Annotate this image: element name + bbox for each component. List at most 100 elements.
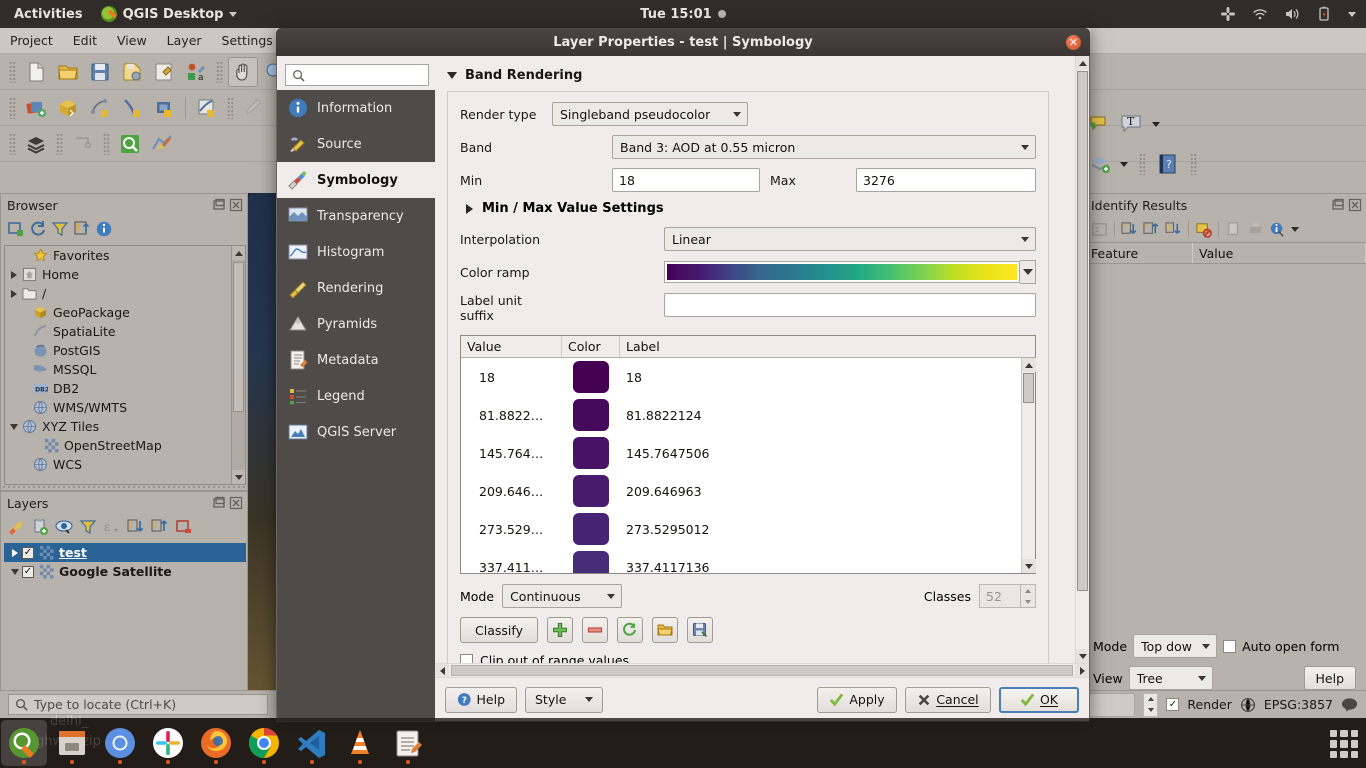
label-unit-suffix-input[interactable] xyxy=(664,293,1036,317)
menu-settings[interactable]: Settings xyxy=(222,33,273,48)
color-swatch[interactable] xyxy=(573,437,609,469)
identify-mode-select[interactable]: Top dow xyxy=(1133,634,1218,658)
browser-item-favorites[interactable]: Favorites xyxy=(5,246,245,265)
scroll-right-icon[interactable] xyxy=(1075,664,1089,677)
map-tips-icon[interactable] xyxy=(147,129,177,159)
symbology-scroll-area[interactable]: Band Rendering Render type Singleband ps… xyxy=(435,56,1089,663)
cell-label[interactable]: 209.646963 xyxy=(620,484,1020,499)
properties-icon[interactable] xyxy=(95,220,113,238)
clip-out-of-range-checkbox[interactable] xyxy=(460,654,473,663)
scroll-up-icon[interactable] xyxy=(232,246,245,260)
color-map-rows[interactable]: 18 18 81.8822… 81.8822124 145.764… 145.764750… xyxy=(461,358,1020,573)
content-scrollbar[interactable] xyxy=(1075,56,1089,663)
cell-value[interactable]: 145.764… xyxy=(461,446,562,461)
collapse-all-icon[interactable] xyxy=(73,220,91,238)
browser-item-db2[interactable]: DB2 DB2 xyxy=(5,379,245,398)
expander-collapse-icon[interactable] xyxy=(7,423,21,430)
dialog-tab-legend[interactable]: Legend xyxy=(277,378,435,414)
browser-item-postgis[interactable]: PostGIS xyxy=(5,341,245,360)
style-button[interactable]: Style xyxy=(525,686,603,713)
dock-item-qgis[interactable] xyxy=(1,720,47,766)
toolbar-grip[interactable] xyxy=(9,60,16,83)
save-color-map-icon[interactable] xyxy=(687,617,713,643)
clear-results-icon[interactable] xyxy=(1195,221,1212,238)
browser-item-home[interactable]: Home xyxy=(5,265,245,284)
toolbar-grip[interactable] xyxy=(1190,153,1197,175)
expander-collapse-icon[interactable] xyxy=(8,568,22,575)
save-project-icon[interactable] xyxy=(85,57,115,87)
annotation-icon[interactable] xyxy=(1090,113,1112,135)
expression-filter-icon[interactable]: ε xyxy=(103,518,121,536)
new-layer-icon[interactable] xyxy=(21,93,51,123)
identify-help-button[interactable]: Help xyxy=(1303,666,1356,690)
cell-label[interactable]: 337.4117136 xyxy=(620,560,1020,574)
toolbar-grip[interactable] xyxy=(103,132,110,155)
cell-label[interactable]: 273.5295012 xyxy=(620,522,1020,537)
dock-item-firefox[interactable] xyxy=(193,720,239,766)
new-project-icon[interactable] xyxy=(21,57,51,87)
max-input[interactable]: 3276 xyxy=(856,168,1036,192)
copy-icon[interactable] xyxy=(1225,221,1242,238)
dock-item-vlc[interactable] xyxy=(337,720,383,766)
pan-map-icon[interactable] xyxy=(228,56,258,87)
cell-color[interactable] xyxy=(562,475,620,507)
min-input[interactable]: 18 xyxy=(612,168,760,192)
cell-color[interactable] xyxy=(562,551,620,573)
open-layer-styling-icon[interactable] xyxy=(7,518,25,536)
expander-expand-icon[interactable] xyxy=(8,548,22,557)
save-project-as-icon[interactable] xyxy=(117,57,147,87)
add-layer-icon[interactable] xyxy=(1090,153,1112,175)
color-map-scrollbar[interactable] xyxy=(1021,358,1036,573)
layer-item-google-satellite[interactable]: ✓ Google Satellite xyxy=(4,562,246,581)
toolbar-grip[interactable] xyxy=(227,96,234,119)
cell-value[interactable]: 81.8822… xyxy=(461,408,562,423)
hscrollbar-thumb[interactable] xyxy=(451,665,1073,676)
edit-pencil-icon[interactable] xyxy=(239,93,269,123)
dialog-tab-information[interactable]: Information xyxy=(277,90,435,126)
ok-button[interactable]: OK xyxy=(999,686,1079,713)
dialog-tab-source[interactable]: Source xyxy=(277,126,435,162)
scrollbar-thumb[interactable] xyxy=(233,262,244,412)
rotation-spinner[interactable] xyxy=(1143,692,1159,717)
dialog-tab-rendering[interactable]: Rendering xyxy=(277,270,435,306)
expand-all-icon[interactable] xyxy=(127,518,145,536)
cell-color[interactable] xyxy=(562,437,620,469)
dialog-tab-transparency[interactable]: Transparency xyxy=(277,198,435,234)
dialog-tab-pyramids[interactable]: Pyramids xyxy=(277,306,435,342)
new-geopackage-icon[interactable] xyxy=(53,93,83,123)
remove-layer-icon[interactable] xyxy=(175,518,193,536)
cell-label[interactable]: 81.8822124 xyxy=(620,408,1020,423)
close-panel-icon[interactable] xyxy=(229,198,243,212)
chevron-down-icon[interactable] xyxy=(1152,121,1160,127)
browser-scrollbar[interactable] xyxy=(231,246,245,484)
close-panel-icon[interactable] xyxy=(229,496,243,510)
browser-item-mssql[interactable]: MSSQL xyxy=(5,360,245,379)
color-map-row[interactable]: 81.8822… 81.8822124 xyxy=(461,396,1020,434)
render-type-select[interactable]: Singleband pseudocolor xyxy=(552,102,748,126)
cancel-button[interactable]: Cancel xyxy=(905,686,991,713)
crs-globe-icon[interactable] xyxy=(1240,697,1256,713)
browser-item-wms-wmts[interactable]: WMS/WMTS xyxy=(5,398,245,417)
expand-tree-icon[interactable] xyxy=(1091,221,1108,238)
activities-button[interactable]: Activities xyxy=(0,7,95,22)
column-value[interactable]: Value xyxy=(461,336,562,357)
settings-search-input[interactable] xyxy=(285,64,429,86)
flip-colors-icon[interactable] xyxy=(617,617,643,643)
scroll-down-icon[interactable] xyxy=(232,470,245,484)
new-spatialite-icon[interactable] xyxy=(85,93,115,123)
add-selected-layers-icon[interactable] xyxy=(7,220,25,238)
add-group-icon[interactable] xyxy=(31,518,49,536)
open-data-source-icon[interactable] xyxy=(21,129,51,159)
new-memory-layer-icon[interactable] xyxy=(149,93,179,123)
close-panel-icon[interactable] xyxy=(1348,198,1362,212)
cell-value[interactable]: 337.411… xyxy=(461,560,562,574)
menu-edit[interactable]: Edit xyxy=(73,33,97,48)
toolbar-grip[interactable] xyxy=(1139,153,1146,175)
browser-item-xyz-tiles[interactable]: XYZ Tiles xyxy=(5,417,245,436)
expand-new-icon[interactable] xyxy=(1121,221,1138,238)
expander-expand-icon[interactable] xyxy=(7,270,21,279)
new-virtual-layer-icon[interactable] xyxy=(117,93,147,123)
system-tray[interactable] xyxy=(1220,0,1356,28)
expander-expand-icon[interactable] xyxy=(7,289,21,298)
classes-spinner[interactable] xyxy=(1021,584,1036,608)
